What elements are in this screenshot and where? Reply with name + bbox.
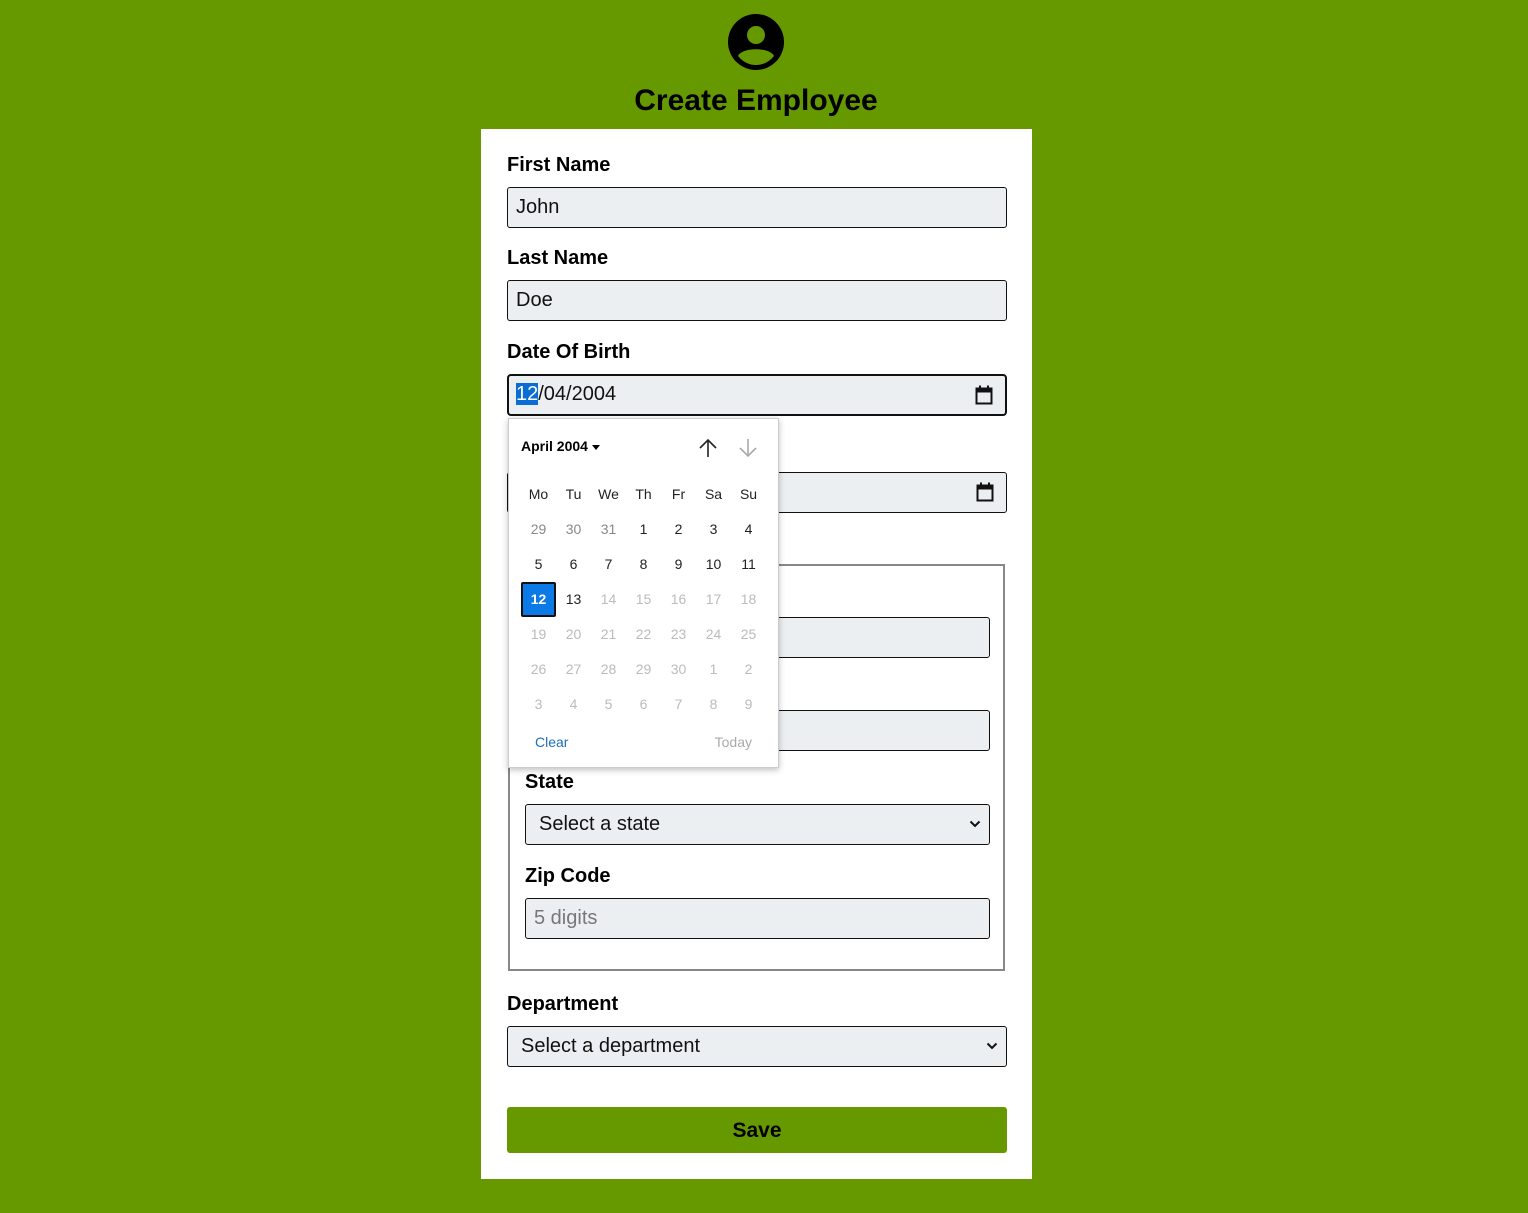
calendar-day: 15 [635,591,652,607]
last-name-input[interactable]: Doe [507,280,1007,321]
date-of-birth-input[interactable]: 12/04/2004 [507,374,1007,416]
date-day-segment[interactable]: 12 [516,383,539,405]
calendar-day: 25 [740,626,757,642]
weekday-label: Sa [704,486,723,502]
calendar-day[interactable]: 1 [626,512,661,547]
calendar-day: 28 [600,661,617,677]
save-button[interactable]: Save [507,1107,1007,1153]
first-name-value: John [516,196,560,218]
calendar-week-row: 3 4 5 6 7 8 9 [521,687,766,722]
department-select[interactable]: Select a department [507,1026,1007,1067]
state-label: State [525,771,574,793]
month-year-button[interactable]: April 2004 [521,438,600,454]
calendar-day: 6 [639,696,648,712]
calendar-day: 8 [709,696,718,712]
calendar-day-selected[interactable]: 12 [521,582,556,617]
calendar-day[interactable]: 9 [661,547,696,582]
calendar-day[interactable]: 8 [626,547,661,582]
calendar-day: 22 [635,626,652,642]
calendar-day[interactable]: 6 [556,547,591,582]
account-circle-icon [728,14,784,70]
department-label: Department [507,993,619,1015]
weekday-label: Mo [528,486,549,502]
clear-button[interactable]: Clear [535,734,568,750]
calendar-day[interactable]: 29 [521,512,556,547]
calendar-day[interactable]: 3 [696,512,731,547]
calendar-day: 5 [604,696,613,712]
calendar-day: 20 [565,626,582,642]
calendar-day: 16 [670,591,687,607]
weekday-label: Fr [671,486,686,502]
calendar-day: 3 [534,696,543,712]
calendar-grid: Mo Tu We Th Fr Sa Su 29 30 31 1 2 3 4 5 6 7 8 9 10 11 12 13 14 1… [521,477,766,722]
calendar-day: 23 [670,626,687,642]
state-select-value: Select a state [539,813,661,835]
calendar-day[interactable]: 4 [731,512,766,547]
calendar-day: 26 [530,661,547,677]
datepicker-popup: April 2004 Mo Tu We Th Fr Sa Su 29 30 31 1 2 3 4 5 6 7 8 9… [508,418,779,768]
calendar-day[interactable]: 11 [731,547,766,582]
month-year-label: April 2004 [521,438,588,454]
chevron-down-icon [986,1042,998,1050]
weekday-label: We [598,486,619,502]
weekday-label: Su [739,486,758,502]
calendar-day: 24 [705,626,722,642]
first-name-label: First Name [507,154,611,176]
state-select[interactable]: Select a state [525,804,990,845]
calendar-day: 17 [705,591,722,607]
calendar-day: 18 [740,591,757,607]
calendar-day: 7 [674,696,683,712]
arrow-down-icon[interactable] [737,437,759,459]
weekday-label: Tu [565,486,582,502]
last-name-value: Doe [516,289,553,311]
weekday-label: Th [635,486,652,502]
page-title: Create Employee [634,84,878,117]
calendar-day[interactable]: 2 [661,512,696,547]
calendar-day: 14 [600,591,617,607]
first-name-input[interactable]: John [507,187,1007,228]
date-of-birth-label: Date Of Birth [507,341,631,363]
weekday-header-row: Mo Tu We Th Fr Sa Su [521,477,766,512]
calendar-day[interactable]: 10 [696,547,731,582]
today-button[interactable]: Today [715,734,752,750]
calendar-day[interactable]: 7 [591,547,626,582]
calendar-week-row: 12 13 14 15 16 17 18 [521,582,766,617]
calendar-day[interactable]: 31 [591,512,626,547]
zip-code-input[interactable]: 5 digits [525,898,990,939]
arrow-up-icon[interactable] [697,437,719,459]
caret-down-icon [591,444,600,450]
zip-code-label: Zip Code [525,865,611,887]
calendar-day: 27 [565,661,582,677]
calendar-day: 2 [744,661,753,677]
calendar-day: 1 [709,661,718,677]
calendar-day: 9 [744,696,753,712]
calendar-day: 19 [530,626,547,642]
chevron-down-icon [969,820,981,828]
calendar-day[interactable]: 5 [521,547,556,582]
calendar-icon[interactable] [976,482,994,502]
calendar-week-row: 5 6 7 8 9 10 11 [521,547,766,582]
calendar-day: 21 [600,626,617,642]
calendar-day: 29 [635,661,652,677]
department-select-value: Select a department [521,1035,700,1057]
calendar-week-row: 19 20 21 22 23 24 25 [521,617,766,652]
calendar-day[interactable]: 13 [556,582,591,617]
last-name-label: Last Name [507,247,609,269]
calendar-day: 30 [670,661,687,677]
zip-code-placeholder: 5 digits [534,907,598,929]
calendar-week-row: 26 27 28 29 30 1 2 [521,652,766,687]
calendar-icon[interactable] [975,385,993,405]
calendar-day[interactable]: 30 [556,512,591,547]
calendar-day: 4 [569,696,578,712]
calendar-week-row: 29 30 31 1 2 3 4 [521,512,766,547]
date-rest-segment[interactable]: /04/2004 [538,383,616,405]
